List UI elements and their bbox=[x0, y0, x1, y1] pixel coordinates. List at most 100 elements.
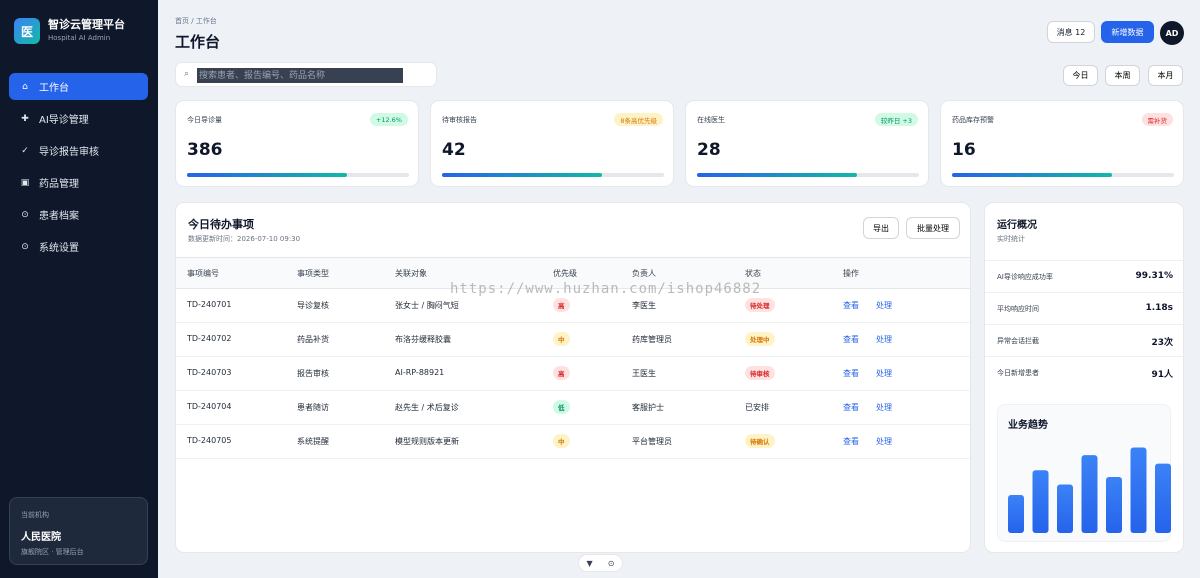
priority-badge: 高 bbox=[553, 366, 570, 380]
column-header: 负责人 bbox=[632, 269, 656, 278]
range-week-button[interactable]: 本周 bbox=[1105, 65, 1140, 86]
ops-metric-value: 23次 bbox=[1151, 338, 1173, 348]
stat-progress-bar bbox=[952, 173, 1174, 177]
cell-id: TD-240701 bbox=[187, 300, 232, 309]
cell-type: 药品补货 bbox=[297, 335, 329, 344]
ops-metric-value: 1.18s bbox=[1145, 303, 1173, 313]
ops-metric-label: 异常会话拦截 bbox=[997, 337, 1039, 345]
todo-panel: 今日待办事项 数据更新时间：2026-07-10 09:30 导出 批量处理 事… bbox=[175, 202, 971, 553]
handle-link[interactable]: 处理 bbox=[876, 402, 892, 413]
cell-owner: 李医生 bbox=[632, 301, 656, 310]
stat-progress-bar bbox=[697, 173, 919, 177]
sidebar-item-0[interactable]: ⌂ 工作台 bbox=[9, 73, 148, 100]
export-button[interactable]: 导出 bbox=[863, 217, 899, 239]
trend-bar bbox=[1155, 463, 1171, 533]
handle-link[interactable]: 处理 bbox=[876, 368, 892, 379]
ops-metric-label: AI导诊响应成功率 bbox=[997, 273, 1053, 281]
home-icon: ⌂ bbox=[22, 81, 28, 92]
status-badge: 待处理 bbox=[745, 298, 775, 312]
range-month-button[interactable]: 本月 bbox=[1148, 65, 1183, 86]
cell-owner: 平台管理员 bbox=[632, 437, 672, 446]
priority-badge: 高 bbox=[553, 298, 570, 312]
stat-card: 在线医生 较昨日 +3 28 bbox=[685, 100, 929, 187]
ops-title: 运行概况 bbox=[997, 220, 1037, 231]
search-box: ⌕ bbox=[175, 62, 437, 87]
cell-type: 报告审核 bbox=[297, 369, 329, 378]
stat-progress-bar bbox=[187, 173, 409, 177]
ops-metric-label: 今日新增患者 bbox=[997, 369, 1039, 377]
handle-link[interactable]: 处理 bbox=[876, 300, 892, 311]
stat-badge: +12.6% bbox=[369, 113, 408, 126]
stat-progress-fill bbox=[952, 173, 1112, 177]
cell-id: TD-240705 bbox=[187, 436, 232, 445]
view-link[interactable]: 查看 bbox=[843, 402, 859, 413]
column-header: 优先级 bbox=[553, 269, 577, 278]
stat-value: 42 bbox=[442, 140, 466, 160]
trend-card: 业务趋势 bbox=[997, 404, 1171, 542]
stat-badge: 需补货 bbox=[1141, 113, 1173, 126]
view-link[interactable]: 查看 bbox=[843, 334, 859, 345]
ops-metric-row: 今日新增患者 91人 bbox=[985, 356, 1185, 388]
sidebar-item-2[interactable]: ✓ 导诊报告审核 bbox=[9, 137, 148, 164]
view-link[interactable]: 查看 bbox=[843, 436, 859, 447]
table-row[interactable]: TD-240702 药品补货 布洛芬缓释胶囊 中 药库管理员 处理中 查看 处理 bbox=[176, 323, 970, 357]
batch-process-button[interactable]: 批量处理 bbox=[906, 217, 960, 239]
view-link[interactable]: 查看 bbox=[843, 300, 859, 311]
priority-badge: 中 bbox=[553, 332, 570, 346]
ops-metric-label: 平均响应时间 bbox=[997, 305, 1039, 313]
org-sub: 旗舰院区 · 管理后台 bbox=[21, 548, 84, 556]
table-row[interactable]: TD-240704 患者随访 赵先生 / 术后复诊 低 客服护士 已安排 查看 处理 bbox=[176, 391, 970, 425]
todo-title: 今日待办事项 bbox=[188, 218, 254, 231]
cell-target: 张女士 / 胸闷气短 bbox=[395, 301, 459, 310]
org-label: 当前机构 bbox=[21, 511, 49, 519]
sidebar-item-label: AI导诊管理 bbox=[39, 115, 89, 126]
brand-logo: 医 bbox=[14, 18, 40, 44]
add-data-button[interactable]: 新增数据 bbox=[1101, 21, 1154, 43]
cell-target: AI-RP-88921 bbox=[395, 368, 445, 377]
sidebar-item-1[interactable]: ✚ AI导诊管理 bbox=[9, 105, 148, 132]
check-icon: ✓ bbox=[21, 145, 29, 156]
stat-progress-bar bbox=[442, 173, 664, 177]
search-input[interactable] bbox=[197, 68, 403, 83]
cell-type: 系统提醒 bbox=[297, 437, 329, 446]
stat-badge: 较昨日 +3 bbox=[874, 113, 918, 126]
ops-sub: 实时统计 bbox=[997, 235, 1025, 243]
org-card[interactable]: 当前机构 人民医院 旗舰院区 · 管理后台 bbox=[9, 497, 148, 565]
handle-link[interactable]: 处理 bbox=[876, 334, 892, 345]
sidebar-item-4[interactable]: ⊙ 患者档案 bbox=[9, 201, 148, 228]
handle-link[interactable]: 处理 bbox=[876, 436, 892, 447]
cell-owner: 王医生 bbox=[632, 369, 656, 378]
avatar[interactable]: AD bbox=[1160, 21, 1184, 45]
filter-icon[interactable]: ▼ bbox=[587, 559, 593, 568]
view-link[interactable]: 查看 bbox=[843, 368, 859, 379]
stat-progress-fill bbox=[697, 173, 857, 177]
plus-icon: ✚ bbox=[21, 113, 29, 124]
cell-target: 布洛芬缓释胶囊 bbox=[395, 335, 451, 344]
table-row[interactable]: TD-240703 报告审核 AI-RP-88921 高 王医生 待审核 查看 处理 bbox=[176, 357, 970, 391]
todo-updated: 数据更新时间：2026-07-10 09:30 bbox=[188, 235, 301, 243]
cell-type: 导诊复核 bbox=[297, 301, 329, 310]
status-badge: 已安排 bbox=[745, 403, 769, 412]
bottom-controls: ▼ ⊙ bbox=[578, 554, 623, 572]
messages-button[interactable]: 消息 12 bbox=[1047, 21, 1095, 43]
ops-panel: 运行概况 实时统计 AI导诊响应成功率 99.31% 平均响应时间 1.18s 异常会话… bbox=[984, 202, 1185, 553]
sidebar-item-3[interactable]: ▣ 药品管理 bbox=[9, 169, 148, 196]
trend-bar bbox=[1081, 455, 1098, 533]
page-title: 工作台 bbox=[175, 33, 221, 51]
ops-metric-row: AI导诊响应成功率 99.31% bbox=[985, 260, 1185, 292]
breadcrumb: 首页 / 工作台 bbox=[175, 17, 217, 25]
target-icon[interactable]: ⊙ bbox=[608, 559, 615, 568]
table-row[interactable]: TD-240705 系统提醒 模型规则版本更新 中 平台管理员 待确认 查看 处理 bbox=[176, 425, 970, 459]
sidebar: 医 智诊云管理平台 Hospital AI Admin ⌂ 工作台 ✚ AI导诊管理 ✓… bbox=[0, 0, 158, 578]
cell-owner: 药库管理员 bbox=[632, 335, 672, 344]
trend-bar bbox=[1008, 495, 1024, 533]
column-header: 状态 bbox=[745, 269, 761, 278]
sidebar-item-5[interactable]: ⊙ 系统设置 bbox=[9, 233, 148, 260]
trend-bar bbox=[1130, 447, 1147, 533]
target-icon: ⊙ bbox=[21, 209, 29, 220]
cell-id: TD-240703 bbox=[187, 368, 232, 377]
range-today-button[interactable]: 今日 bbox=[1063, 65, 1098, 86]
ops-metric-row: 异常会话拦截 23次 bbox=[985, 324, 1185, 356]
trend-bar bbox=[1106, 476, 1122, 533]
column-header: 操作 bbox=[843, 269, 859, 278]
